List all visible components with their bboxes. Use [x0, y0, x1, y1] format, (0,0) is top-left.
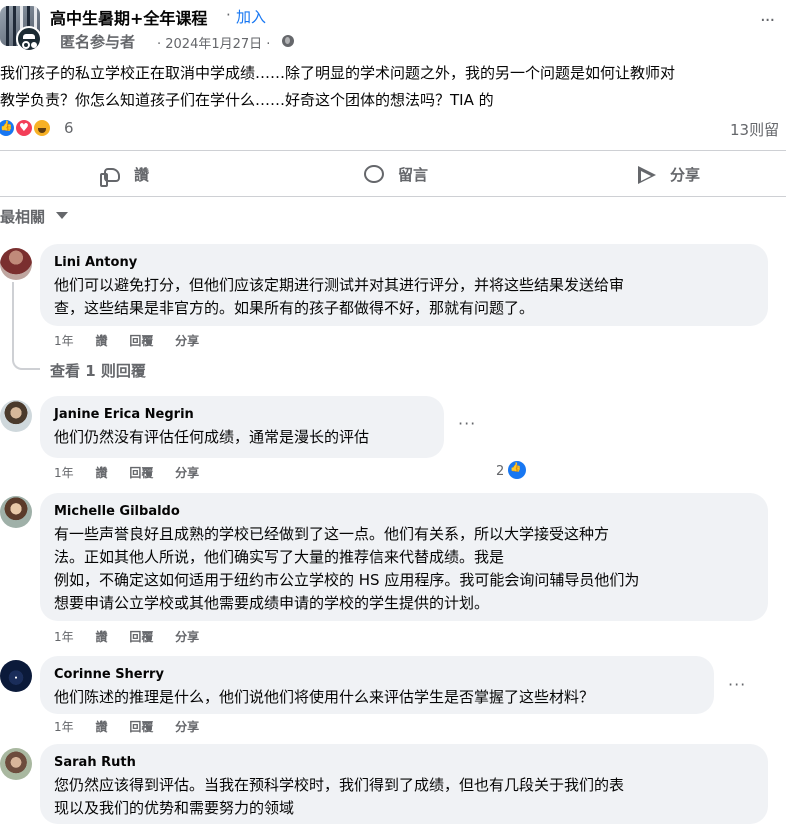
share-button[interactable]: 分享 — [636, 162, 726, 186]
comment-actions: 1年 讚 回覆 分享 — [54, 718, 217, 735]
comment-time[interactable]: 1年 — [54, 466, 74, 480]
comment-author[interactable]: Michelle Gilbaldo — [54, 503, 754, 521]
comment-bubble: Lini Antony 他们可以避免打分，但他们应该定期进行测试并对其进行评分，… — [40, 244, 768, 326]
avatar[interactable] — [0, 660, 32, 692]
avatar[interactable] — [0, 400, 32, 432]
divider — [0, 196, 786, 197]
post-header: 高中生暑期+全年课程 · 加入 匿名参与者 · 2024年1月27日 · ··· — [0, 0, 786, 58]
avatar[interactable] — [0, 748, 32, 780]
post-date[interactable]: · 2024年1月27日 · — [157, 33, 270, 52]
avatar[interactable] — [0, 248, 32, 280]
avatar[interactable] — [0, 496, 32, 528]
comment-share-button[interactable]: 分享 — [175, 630, 199, 644]
comment-reply-button[interactable]: 回覆 — [129, 720, 153, 734]
comment-bubble: Michelle Gilbaldo 有一些声誉良好且成熟的学校已经做到了这一点。… — [40, 493, 768, 621]
comment-reply-button[interactable]: 回覆 — [129, 334, 153, 348]
comment-text: 您仍然应该得到评估。当我在预科学校时，我们得到了成绩，但也有几段关于我们的表 现… — [54, 776, 625, 817]
anonymous-participant-icon — [16, 26, 42, 52]
comment-text: 有一些声誉良好且成熟的学校已经做到了这一点。他们有关系，所以大学接受这种方 法。… — [54, 525, 640, 612]
comment-reply-button[interactable]: 回覆 — [129, 466, 153, 480]
thumbs-up-icon — [100, 168, 120, 187]
group-name-link[interactable]: 高中生暑期+全年课程 — [50, 5, 207, 29]
divider — [0, 150, 786, 151]
comment-text: 他们可以避免打分，但他们应该定期进行测试并对其进行评分，并将这些结果发送给审 查… — [54, 276, 625, 317]
comment-reply-button[interactable]: 回覆 — [129, 630, 153, 644]
comment-author[interactable]: Sarah Ruth — [54, 754, 754, 772]
haha-reaction-icon — [32, 118, 52, 138]
share-arrow-icon — [638, 166, 656, 184]
comment-bubble: Sarah Ruth 您仍然应该得到评估。当我在预科学校时，我们得到了成绩，但也… — [40, 744, 768, 824]
post-text-line: 我们孩子的私立学校正在取消中学成绩……除了明显的学术问题之外，我的另一个问题是如… — [0, 64, 676, 82]
comment-time[interactable]: 1年 — [54, 334, 74, 348]
comment-like-button[interactable]: 讚 — [95, 720, 107, 734]
comment-author[interactable]: Corinne Sherry — [54, 666, 700, 684]
comment-icon — [364, 165, 384, 183]
comment-button[interactable]: 留言 — [364, 162, 454, 186]
comment-reaction-count[interactable]: 2 — [496, 464, 504, 479]
reply-thread-line — [12, 282, 40, 370]
comment-like-button[interactable]: 讚 — [95, 466, 107, 480]
more-options-icon[interactable]: ··· — [458, 414, 476, 433]
comment-share-button[interactable]: 分享 — [175, 466, 199, 480]
comment-text: 他们陈述的推理是什么，他们说他们将使用什么来评估学生是否掌握了这些材料？ — [54, 688, 595, 706]
more-options-icon[interactable]: ··· — [760, 10, 775, 31]
comment-count[interactable]: 13则留 — [730, 119, 779, 140]
comment-actions: 1年 讚 回覆 分享 — [54, 628, 217, 645]
comment-time[interactable]: 1年 — [54, 720, 74, 734]
chevron-down-icon[interactable] — [56, 212, 68, 219]
globe-icon — [282, 35, 294, 47]
reaction-count[interactable]: 6 — [64, 119, 74, 137]
like-label: 讚 — [134, 166, 150, 184]
comment-actions: 1年 讚 回覆 分享 — [54, 464, 217, 481]
comment-author[interactable]: Lini Antony — [54, 254, 754, 272]
join-group-link[interactable]: 加入 — [236, 6, 266, 27]
separator-dot: · — [226, 6, 231, 24]
like-reaction-icon — [508, 461, 526, 479]
comment-bubble: Janine Erica Negrin 他们仍然没有评估任何成绩，通常是漫长的评… — [40, 396, 444, 458]
more-options-icon[interactable]: ··· — [728, 675, 746, 694]
post-text-line: 教学负责？你怎么知道孩子们在学什么……好奇这个团体的想法吗？TIA 的 — [0, 91, 494, 109]
comment-author[interactable]: Janine Erica Negrin — [54, 406, 430, 424]
comment-share-button[interactable]: 分享 — [175, 720, 199, 734]
love-reaction-icon — [14, 118, 34, 138]
post-text: 我们孩子的私立学校正在取消中学成绩……除了明显的学术问题之外，我的另一个问题是如… — [0, 60, 786, 114]
comment-sort-dropdown[interactable]: 最相關 — [0, 206, 45, 227]
comment-actions: 1年 讚 回覆 分享 — [54, 332, 217, 349]
comment-text: 他们仍然没有评估任何成绩，通常是漫长的评估 — [54, 428, 370, 446]
comment-bubble: Corinne Sherry 他们陈述的推理是什么，他们说他们将使用什么来评估学… — [40, 656, 714, 714]
like-button[interactable]: 讚 — [100, 162, 180, 187]
comment-label: 留言 — [398, 166, 429, 184]
comment-share-button[interactable]: 分享 — [175, 334, 199, 348]
post-author[interactable]: 匿名参与者 — [60, 31, 135, 52]
share-label: 分享 — [670, 166, 701, 184]
view-replies-link[interactable]: 查看 1 则回覆 — [50, 360, 146, 381]
comment-like-button[interactable]: 讚 — [95, 630, 107, 644]
comment-time[interactable]: 1年 — [54, 630, 74, 644]
comment-like-button[interactable]: 讚 — [95, 334, 107, 348]
